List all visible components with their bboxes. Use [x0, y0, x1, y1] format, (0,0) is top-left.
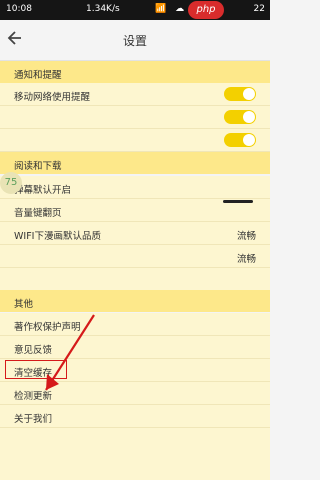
setting-mobile-network[interactable]: 移动网络使用提醒 — [0, 83, 270, 106]
bottom-padding — [0, 428, 270, 480]
section-title: 其他 — [14, 299, 34, 310]
section-reading: 阅读和下载 — [0, 152, 270, 174]
setting-check-update[interactable]: 检测更新 — [0, 382, 270, 405]
php-watermark: php — [188, 1, 224, 19]
clear-cache-highlight — [5, 360, 67, 379]
setting-label: 移动网络使用提醒 — [14, 92, 91, 103]
setting-feedback[interactable]: 意见反馈 — [0, 336, 270, 359]
section-title: 通知和提醒 — [14, 70, 62, 81]
setting-label: 著作权保护声明 — [14, 322, 81, 333]
top-bar: 设置 — [0, 20, 270, 61]
setting-danmaku[interactable]: 弹幕默认开启 — [0, 176, 270, 199]
setting-wifi-quality[interactable]: WIFI下漫画默认品质 流畅 — [0, 222, 270, 245]
setting-label: 音量键翻页 — [14, 208, 62, 219]
setting-row-2[interactable] — [0, 106, 270, 129]
section-gap — [0, 268, 270, 290]
setting-quality-2[interactable]: 流畅 — [0, 245, 270, 268]
setting-label: WIFI下漫画默认品质 — [14, 231, 101, 242]
section-other: 其他 — [0, 290, 270, 312]
battery-level: 22 — [253, 4, 265, 14]
status-speed: 1.34K/s — [86, 4, 120, 14]
setting-label: 关于我们 — [14, 414, 53, 425]
page-title: 设置 — [122, 34, 147, 48]
toggle-2[interactable] — [224, 110, 256, 124]
setting-value: 流畅 — [236, 254, 256, 265]
setting-row-3[interactable] — [0, 129, 270, 152]
status-bar: 10:08 1.34K/s 📶 ☁ ▮▮ 22 php — [0, 0, 270, 20]
section-notifications: 通知和提醒 — [0, 61, 270, 83]
floating-badge[interactable]: 75 — [0, 172, 22, 194]
setting-copyright[interactable]: 著作权保护声明 — [0, 313, 270, 336]
setting-label: 弹幕默认开启 — [14, 185, 72, 196]
setting-about[interactable]: 关于我们 — [0, 405, 270, 428]
toggle-3[interactable] — [224, 133, 256, 147]
section-title: 阅读和下载 — [14, 161, 62, 172]
setting-label: 检测更新 — [14, 391, 53, 402]
mobile-network-toggle[interactable] — [224, 87, 256, 101]
setting-label: 意见反馈 — [14, 345, 53, 356]
partial-toggle-bar — [223, 200, 253, 203]
setting-value: 流畅 — [236, 231, 256, 242]
status-time: 10:08 — [6, 4, 32, 14]
